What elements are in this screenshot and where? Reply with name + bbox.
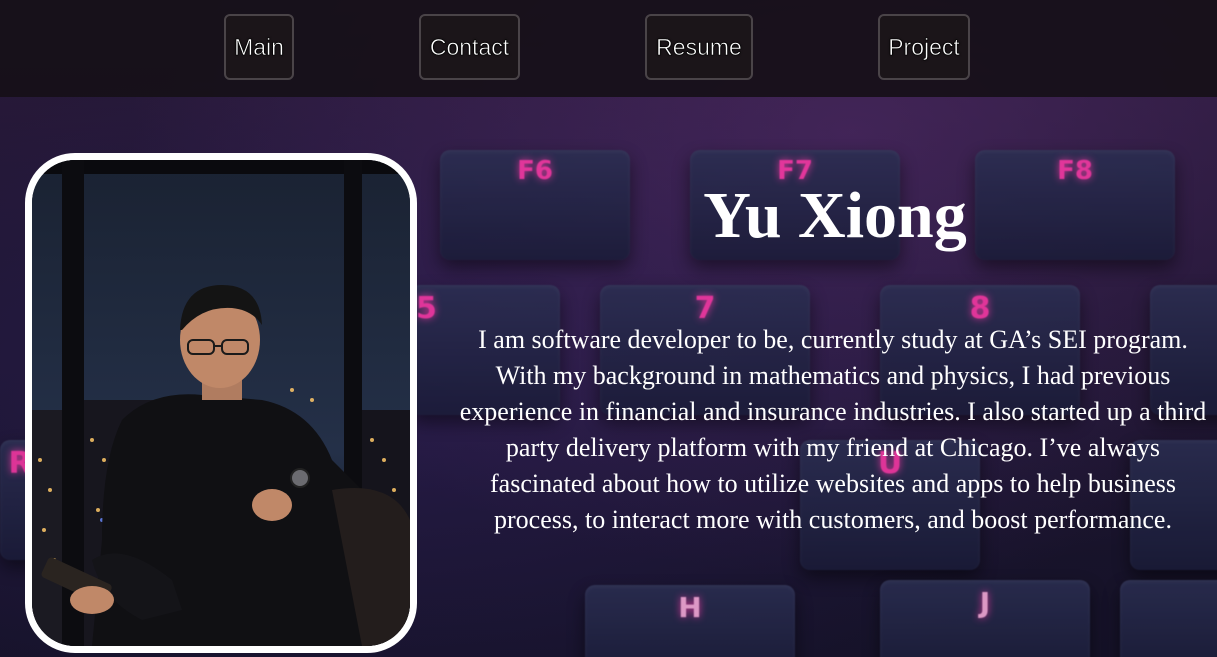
page: F6 F7 F8 7 8 5 U R H J Main Contact Resu… (0, 0, 1217, 657)
keycap-label: 5 (416, 291, 437, 326)
hero-bio-paragraph: I am software developer to be, currently… (459, 325, 1207, 534)
keycap: H (585, 585, 795, 657)
nav-project-button[interactable]: Project (878, 14, 970, 80)
keycap-label: F8 (1057, 156, 1093, 186)
keycap: F6 (440, 150, 630, 260)
keycap (1120, 580, 1217, 657)
nav-main-button[interactable]: Main (224, 14, 294, 80)
keycap-label: J (979, 586, 991, 619)
hero-name-heading: Yu Xiong (703, 179, 967, 252)
keycap-label: 8 (969, 291, 991, 326)
profile-photo (25, 153, 417, 653)
top-navbar: Main Contact Resume Project (0, 0, 1217, 97)
keycap-label: 7 (694, 291, 716, 326)
nav-contact-button[interactable]: Contact (419, 14, 520, 80)
profile-photo-illustration (32, 160, 410, 646)
nav-resume-button[interactable]: Resume (645, 14, 753, 80)
keycap-label: H (678, 591, 702, 624)
keycap-label: F6 (517, 156, 553, 186)
keycap: J (880, 580, 1090, 657)
